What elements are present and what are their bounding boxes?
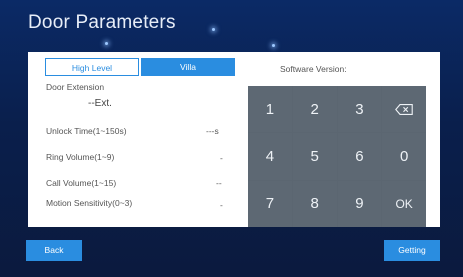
star-decoration: [272, 44, 275, 47]
star-decoration: [212, 28, 215, 31]
star-decoration: [105, 42, 108, 45]
key-8[interactable]: 8: [292, 180, 337, 227]
tab-high-level[interactable]: High Level: [45, 58, 139, 76]
door-parameters-screen: Door Parameters High Level Villa Softwar…: [0, 0, 463, 277]
motion-sensitivity-value[interactable]: -: [220, 200, 223, 210]
key-6[interactable]: 6: [337, 133, 382, 180]
key-7[interactable]: 7: [248, 180, 292, 227]
key-3[interactable]: 3: [337, 86, 382, 133]
numeric-keypad: 1 2 3 4 5 6 0 7 8 9 OK: [248, 86, 426, 227]
software-version-label: Software Version:: [280, 64, 347, 74]
backspace-key[interactable]: [382, 86, 426, 133]
key-4[interactable]: 4: [248, 133, 292, 180]
parameters-panel: High Level Villa Software Version: Door …: [28, 52, 440, 227]
motion-sensitivity-label: Motion Sensitivity(0~3): [46, 198, 133, 208]
backspace-icon: [395, 103, 413, 115]
ring-volume-value[interactable]: -: [220, 153, 223, 163]
door-extension-value[interactable]: --Ext.: [88, 98, 112, 109]
page-title: Door Parameters: [28, 12, 176, 33]
key-2[interactable]: 2: [292, 86, 337, 133]
call-volume-value[interactable]: --: [216, 178, 222, 188]
ok-key[interactable]: OK: [382, 180, 426, 227]
tab-villa[interactable]: Villa: [141, 58, 235, 76]
key-0[interactable]: 0: [382, 133, 426, 180]
door-extension-label: Door Extension: [46, 82, 105, 92]
unlock-time-value[interactable]: ---s: [206, 126, 219, 136]
key-5[interactable]: 5: [292, 133, 337, 180]
unlock-time-label: Unlock Time(1~150s): [46, 126, 127, 136]
ring-volume-label: Ring Volume(1~9): [46, 152, 115, 162]
key-9[interactable]: 9: [337, 180, 382, 227]
key-1[interactable]: 1: [248, 86, 292, 133]
back-button[interactable]: Back: [26, 240, 82, 261]
call-volume-label: Call Volume(1~15): [46, 178, 117, 188]
getting-button[interactable]: Getting: [384, 240, 440, 261]
